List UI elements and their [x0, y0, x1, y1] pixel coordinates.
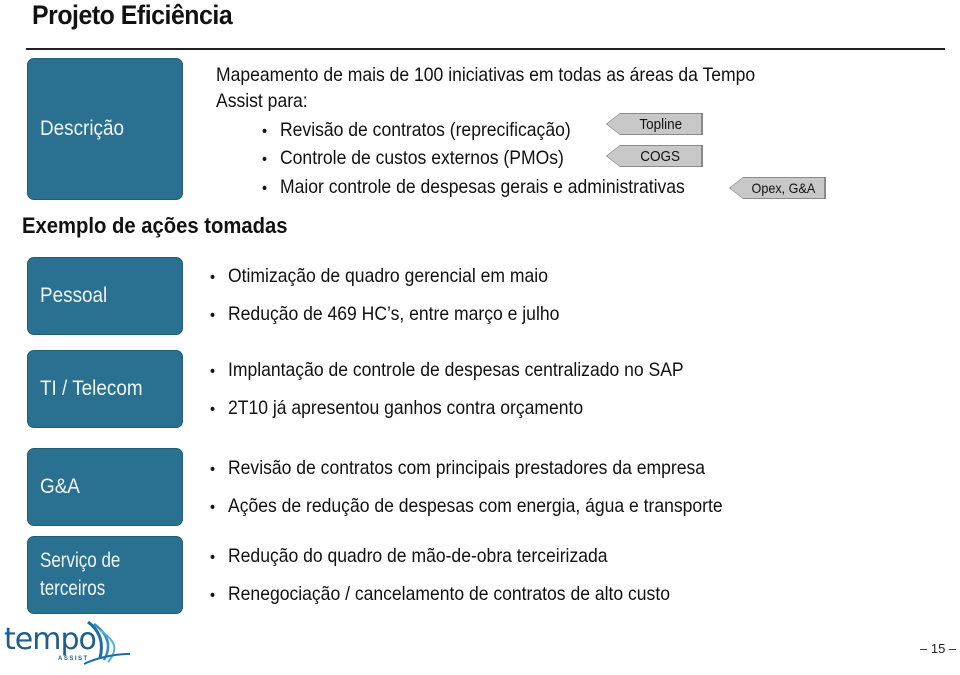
- bullet-icon: •: [262, 151, 268, 168]
- action-item: • Renegociação / cancelamento de contrato…: [210, 583, 670, 605]
- description-intro-line1: Mapeamento de mais de 100 iniciativas em…: [216, 64, 756, 86]
- action-item: • Ações de redução de despesas com energi…: [210, 495, 723, 517]
- bullet-icon: •: [262, 123, 268, 140]
- bullet-icon: •: [210, 461, 216, 478]
- tag-cogs: COGS: [607, 145, 702, 167]
- description-label-box: Descrição: [27, 58, 183, 200]
- action-item: • Redução do quadro de mão-de-obra tercei…: [210, 545, 608, 567]
- description-intro-line2: Assist para:: [216, 90, 308, 112]
- tag-topline: Topline: [607, 113, 702, 135]
- tempo-assist-logo: tempo ASSIST: [4, 618, 134, 670]
- logo-text: tempo: [4, 622, 97, 657]
- page-number: – 15 –: [920, 641, 957, 656]
- description-item: • Revisão de contratos (reprecificação): [262, 119, 571, 141]
- logo-subtext: ASSIST: [58, 656, 89, 662]
- bullet-icon: •: [210, 401, 216, 418]
- description-label: Descrição: [40, 116, 125, 140]
- tag-opex-ga: Opex, G&A: [730, 177, 825, 199]
- category-box-servico-terceiros: Serviço de terceiros: [27, 536, 183, 614]
- category-box-pessoal: Pessoal: [27, 257, 183, 335]
- category-label-line1: Serviço de: [40, 548, 121, 572]
- bullet-icon: •: [210, 499, 216, 516]
- bullet-icon: •: [262, 180, 268, 197]
- category-box-ga: G&A: [27, 448, 183, 526]
- bullet-icon: •: [210, 307, 216, 324]
- bullet-icon: •: [210, 363, 216, 380]
- description-item: • Maior controle de despesas gerais e adm…: [262, 176, 685, 198]
- category-label-line2: terceiros: [40, 577, 106, 600]
- description-item: • Controle de custos externos (PMOs): [262, 147, 564, 169]
- bullet-icon: •: [210, 587, 216, 604]
- bullet-icon: •: [210, 549, 216, 566]
- category-box-ti-telecom: TI / Telecom: [27, 350, 183, 428]
- bullet-icon: •: [210, 269, 216, 286]
- action-item: • Implantação de controle de despesas cen…: [210, 359, 684, 381]
- action-item: • Revisão de contratos com principais pre…: [210, 457, 706, 479]
- page-title: Projeto Eficiência: [32, 0, 233, 30]
- action-item: • Otimização de quadro gerencial em maio: [210, 265, 548, 287]
- action-item: • 2T10 já apresentou ganhos contra orçame…: [210, 397, 584, 419]
- action-item: • Redução de 469 HC’s, entre março e julh…: [210, 303, 560, 325]
- title-divider: [26, 48, 945, 50]
- actions-heading: Exemplo de ações tomadas: [22, 213, 288, 238]
